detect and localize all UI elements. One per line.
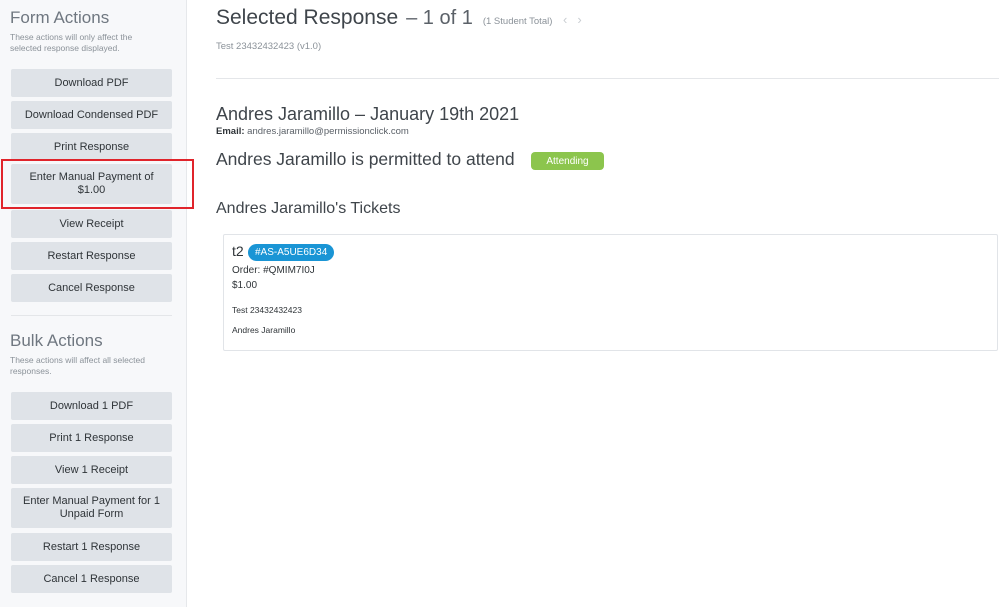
bulk-actions-description: These actions will affect all selected r… (10, 355, 145, 376)
section-divider (11, 315, 172, 316)
header-divider (216, 78, 999, 79)
bulk-cancel-response-button[interactable]: Cancel 1 Response (11, 565, 172, 593)
email-value: andres.jaramillo@permissionclick.com (247, 126, 409, 137)
bulk-restart-response-button[interactable]: Restart 1 Response (11, 533, 172, 561)
chevron-right-icon[interactable]: › (577, 12, 591, 27)
respondent-name-date: Andres Jaramillo – January 19th 2021 (216, 104, 520, 124)
bulk-view-receipt-button[interactable]: View 1 Receipt (11, 456, 172, 484)
page-title-text: Selected Response (216, 6, 399, 29)
view-receipt-button[interactable]: View Receipt (11, 210, 172, 238)
ticket-card: t2 #AS-A5UE6D34 Order: #QMIM7I0J $1.00 T… (223, 234, 998, 351)
enter-manual-payment-button[interactable]: Enter Manual Payment of $1.00 (11, 164, 172, 204)
ticket-name: t2 (232, 243, 244, 259)
form-actions-title: Form Actions (10, 8, 110, 27)
student-total: (1 Student Total) (482, 16, 553, 27)
download-condensed-pdf-button[interactable]: Download Condensed PDF (11, 101, 172, 129)
ticket-order: Order: #QMIM7I0J (232, 265, 315, 276)
download-pdf-button[interactable]: Download PDF (11, 69, 172, 97)
restart-response-button[interactable]: Restart Response (11, 242, 172, 270)
ticket-student-name: Andres Jaramillo (232, 325, 296, 335)
permission-status-text: Andres Jaramillo is permitted to attend (216, 149, 515, 169)
ticket-code-badge: #AS-A5UE6D34 (248, 244, 335, 261)
response-count: – 1 of 1 (406, 7, 473, 29)
tickets-heading: Andres Jaramillo's Tickets (216, 200, 401, 217)
respondent-email: Email: andres.jaramillo@permissionclick.… (216, 126, 409, 137)
ticket-price: $1.00 (232, 280, 258, 291)
email-label: Email: (216, 126, 245, 137)
cancel-response-button[interactable]: Cancel Response (11, 274, 172, 302)
form-version: Test 23432432423 (v1.0) (216, 41, 322, 52)
sidebar: Form Actions These actions will only aff… (0, 0, 187, 607)
chevron-left-icon[interactable]: ‹ (563, 12, 577, 27)
print-response-button[interactable]: Print Response (11, 133, 172, 161)
response-navigation: ‹› (563, 12, 592, 27)
page-title: Selected Response – 1 of 1 (1 Student To… (216, 6, 552, 30)
form-actions-description: These actions will only affect the selec… (10, 32, 133, 53)
bulk-download-pdf-button[interactable]: Download 1 PDF (11, 392, 172, 420)
ticket-form-name: Test 23432432423 (232, 305, 302, 315)
bulk-actions-title: Bulk Actions (10, 331, 103, 350)
bulk-print-response-button[interactable]: Print 1 Response (11, 424, 172, 452)
bulk-enter-manual-payment-button[interactable]: Enter Manual Payment for 1 Unpaid Form (11, 488, 172, 528)
status-badge: Attending (531, 152, 604, 170)
